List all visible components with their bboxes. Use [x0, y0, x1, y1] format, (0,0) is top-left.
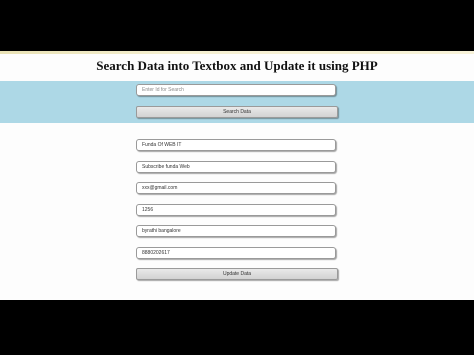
- record-field-email[interactable]: [136, 182, 336, 194]
- record-field-name[interactable]: [136, 139, 336, 151]
- update-data-button[interactable]: Update Data: [136, 268, 338, 280]
- record-field-description[interactable]: [136, 161, 336, 173]
- main-page: Search Data into Textbox and Update it u…: [0, 51, 474, 300]
- search-id-input[interactable]: [136, 84, 336, 96]
- record-field-address[interactable]: [136, 225, 336, 237]
- search-data-button[interactable]: Search Data: [136, 106, 338, 118]
- page-title: Search Data into Textbox and Update it u…: [96, 58, 378, 73]
- search-band: Search Data: [0, 81, 474, 123]
- top-accent-bar: [0, 51, 474, 54]
- record-field-phone[interactable]: [136, 247, 336, 259]
- record-field-code[interactable]: [136, 204, 336, 216]
